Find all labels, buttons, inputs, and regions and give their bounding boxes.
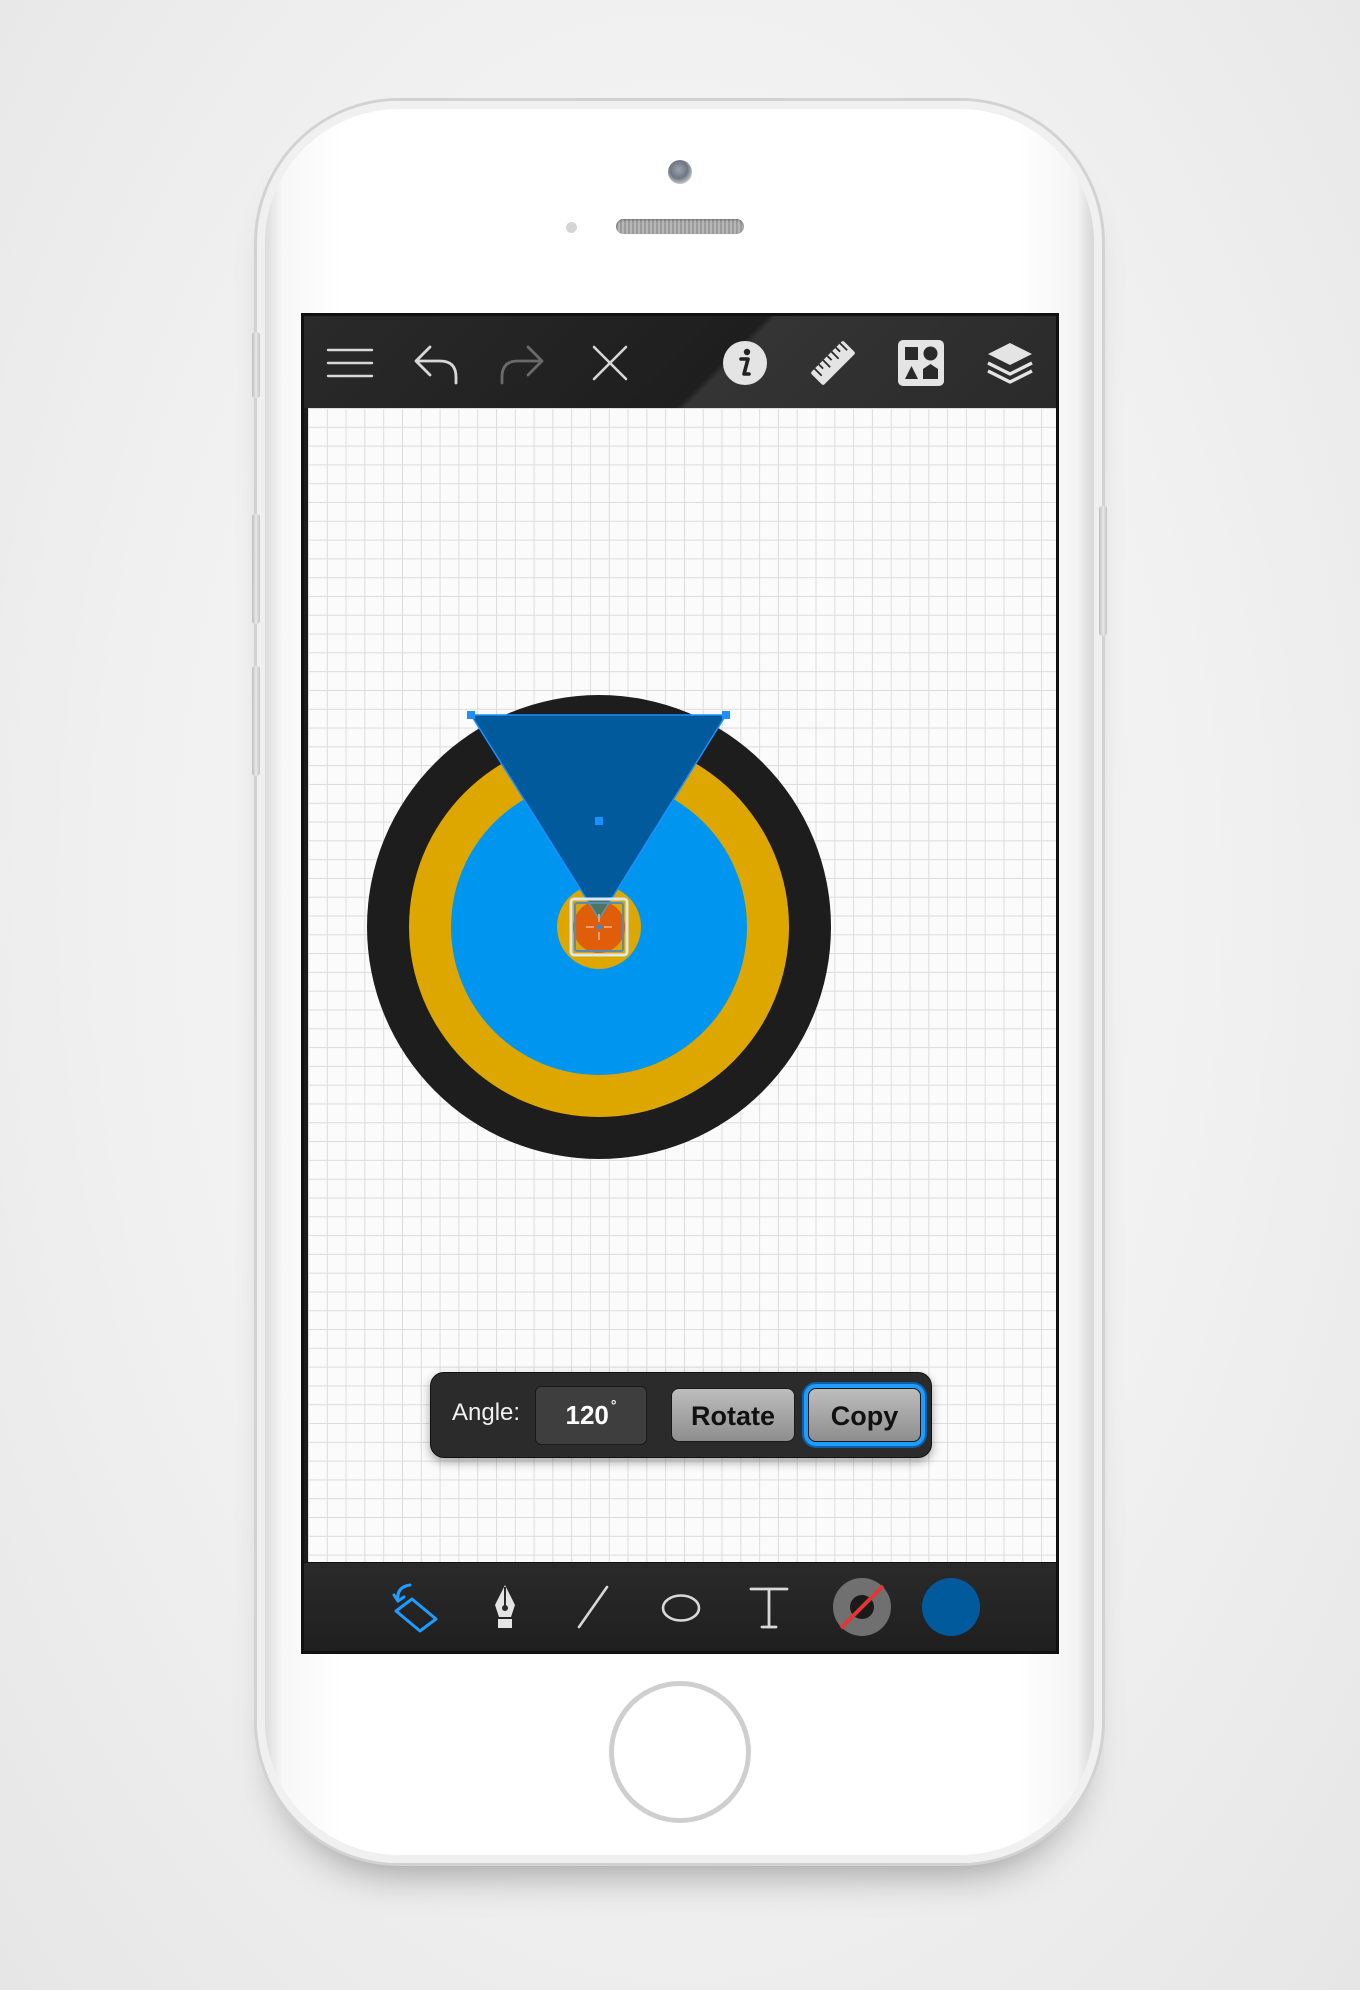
rotate-button[interactable]: Rotate (671, 1388, 795, 1442)
copy-button[interactable]: Copy (808, 1388, 921, 1442)
volume-up-button (252, 514, 260, 624)
ruler-icon[interactable] (807, 337, 859, 389)
undo-icon[interactable] (410, 337, 462, 389)
app-screen: Angle: 120 ° Rotate Copy (301, 313, 1059, 1654)
home-button[interactable] (609, 1681, 751, 1823)
menu-icon[interactable] (324, 337, 376, 389)
power-button (1099, 506, 1107, 636)
proximity-sensor (566, 222, 577, 233)
top-toolbar (304, 316, 1056, 408)
front-camera (668, 160, 692, 184)
angle-value: 120 (565, 1400, 609, 1430)
rotate-popup: Angle: 120 ° Rotate Copy (430, 1372, 932, 1458)
volume-down-button (252, 666, 260, 776)
ellipse-tool-icon[interactable] (655, 1581, 707, 1633)
line-tool-icon[interactable] (567, 1581, 619, 1633)
angle-unit: ° (610, 1397, 617, 1413)
text-tool-icon[interactable] (743, 1581, 795, 1633)
stroke-color-icon[interactable] (831, 1576, 893, 1638)
shapes-library-icon[interactable] (895, 337, 947, 389)
rotation-center-marker[interactable] (569, 897, 629, 957)
earpiece-speaker (616, 219, 744, 234)
angle-input[interactable]: 120 ° (535, 1386, 647, 1445)
bottom-toolbar (304, 1562, 1056, 1651)
layers-icon[interactable] (984, 337, 1036, 389)
angle-label: Angle: (452, 1399, 521, 1426)
pen-tool-icon[interactable] (479, 1581, 531, 1633)
info-icon[interactable] (719, 337, 771, 389)
fill-color-icon[interactable] (920, 1576, 982, 1638)
mute-switch (252, 332, 260, 398)
transform-tool-icon[interactable] (390, 1581, 442, 1633)
close-icon[interactable] (584, 337, 636, 389)
redo-icon[interactable] (496, 337, 548, 389)
